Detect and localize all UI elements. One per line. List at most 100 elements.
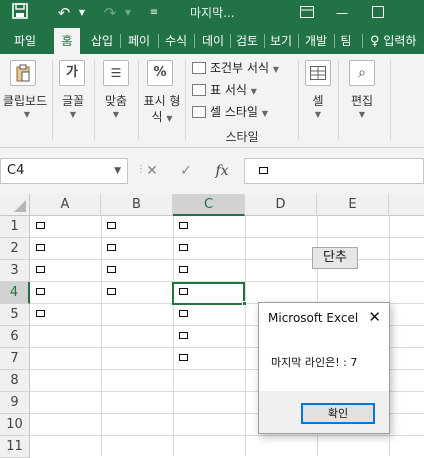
column-header-a[interactable]: A (30, 194, 101, 216)
row-header-5[interactable]: 5 (0, 304, 30, 326)
row-header-2[interactable]: 2 (0, 238, 30, 260)
sheet-button[interactable]: 단추 (312, 247, 358, 269)
lightbulb-icon: ♀ (370, 34, 380, 49)
tell-me-label: 입력하 (383, 34, 417, 48)
enter-icon[interactable]: ✓ (174, 158, 198, 184)
cell-b1[interactable] (101, 216, 173, 238)
number-group[interactable]: % 표시 형 식 ▼ (139, 54, 183, 148)
cell-c3[interactable] (173, 260, 245, 282)
maximize-icon[interactable] (372, 0, 392, 26)
editing-group[interactable]: ⌕ 편집 ▼ (339, 54, 385, 148)
row-header-7[interactable]: 7 (0, 348, 30, 370)
fill-handle[interactable] (242, 301, 247, 306)
close-icon[interactable]: ✕ (368, 308, 381, 326)
row-header-11[interactable]: 11 (0, 436, 30, 458)
cell-b3[interactable] (101, 260, 173, 282)
tab-review[interactable]: 검토 (232, 28, 262, 54)
clipboard-dropdown-icon: ▼ (23, 110, 31, 119)
cell-a5[interactable] (30, 304, 101, 326)
ribbon-display-icon[interactable] (300, 0, 316, 26)
undo-dropdown-icon[interactable]: ▼ (76, 0, 88, 26)
font-icon[interactable]: 가 (59, 60, 85, 86)
cancel-icon[interactable]: ✕ (140, 158, 164, 184)
number-format-label-2: 식 ▼ (151, 110, 173, 124)
row-header-8[interactable]: 8 (0, 370, 30, 392)
dialog-title: Microsoft Excel (268, 311, 359, 325)
tell-me-box[interactable]: ♀ 입력하 (370, 28, 424, 54)
cell-b2[interactable] (101, 238, 173, 260)
redo-icon: ↷ (103, 4, 117, 22)
ok-button[interactable]: 확인 (301, 403, 375, 424)
row-header-1[interactable]: 1 (0, 216, 30, 238)
redo-dropdown-icon: ▼ (124, 8, 132, 17)
active-cell-border (172, 282, 245, 305)
minimize-icon[interactable]: — (336, 0, 356, 26)
row-header-9[interactable]: 9 (0, 392, 30, 414)
alignment-group[interactable]: ☰ 맞춤 ▼ (95, 54, 137, 148)
row-header-4[interactable]: 4 (0, 282, 30, 304)
cell-c2[interactable] (173, 238, 245, 260)
column-header-e[interactable]: E (317, 194, 389, 216)
clipboard-icon[interactable] (10, 60, 36, 86)
clipboard-group[interactable]: 클립보드 ▼ (0, 54, 52, 148)
column-header-c[interactable]: C (173, 194, 245, 216)
cell-c6[interactable] (173, 326, 245, 348)
conditional-formatting-button[interactable]: 조건부 서식 ▼ (192, 58, 279, 78)
tab-insert[interactable]: 삽입 (86, 28, 118, 54)
title-bar: ↶ ▼ ↷ ▼ ≡ 마지막... — (0, 0, 424, 26)
cell-a2[interactable] (30, 238, 101, 260)
name-box-dropdown-icon[interactable]: ▼ (114, 159, 121, 183)
tab-team[interactable]: 팀 (336, 28, 356, 54)
cells-group[interactable]: 셀 ▼ (299, 54, 337, 148)
customize-quick-access-icon[interactable]: ≡ (146, 0, 162, 26)
column-header-b[interactable]: B (101, 194, 173, 216)
cell-styles-button[interactable]: 셀 스타일 ▼ (192, 102, 268, 122)
window-title: 마지막... (190, 6, 235, 20)
save-icon[interactable] (8, 0, 32, 26)
cell-c7[interactable] (173, 348, 245, 370)
select-all-button[interactable] (0, 194, 30, 216)
column-header-d[interactable]: D (245, 194, 317, 216)
tab-data[interactable]: 데이 (196, 28, 230, 54)
column-header-f[interactable] (389, 194, 424, 216)
cells-icon[interactable] (305, 60, 331, 86)
formula-content-glyph (259, 167, 268, 174)
tab-developer[interactable]: 개발 (300, 28, 332, 54)
ribbon-tabs: 파일 홈 삽입 페이 수식 데이 검토 보기 개발 팀 ♀ 입력하 (0, 26, 424, 54)
cell-a4[interactable] (30, 282, 101, 304)
alignment-dropdown-icon: ▼ (112, 110, 120, 119)
clipboard-label: 클립보드 (2, 94, 48, 108)
conditional-formatting-icon (192, 62, 206, 74)
tab-file[interactable]: 파일 (8, 28, 42, 54)
cell-a3[interactable] (30, 260, 101, 282)
search-icon[interactable]: ⌕ (349, 60, 375, 86)
undo-icon[interactable]: ↶ (52, 0, 76, 26)
cells-label: 셀 (312, 94, 324, 108)
cells-dropdown-icon: ▼ (314, 110, 322, 119)
insert-function-icon[interactable]: fx (210, 158, 234, 184)
table-icon (192, 84, 206, 96)
tab-page-layout[interactable]: 페이 (122, 28, 156, 54)
ribbon: 클립보드 ▼ 가 글꼴 ▼ ☰ 맞춤 ▼ % 표시 형 식 ▼ 조건부 서식 ▼… (0, 54, 424, 148)
alignment-icon[interactable]: ☰ (103, 60, 129, 86)
cell-b4[interactable] (101, 282, 173, 304)
number-format-label: 표시 형 (143, 94, 181, 108)
styles-group-label: 스타일 (225, 130, 259, 144)
tab-view[interactable]: 보기 (266, 28, 296, 54)
cell-c1[interactable] (173, 216, 245, 238)
font-group[interactable]: 가 글꼴 ▼ (53, 54, 93, 148)
formula-input[interactable] (244, 158, 424, 184)
tab-home[interactable]: 홈 (54, 28, 80, 54)
name-box[interactable]: C4 ▼ (0, 158, 128, 184)
cell-styles-icon (192, 106, 206, 118)
row-header-6[interactable]: 6 (0, 326, 30, 348)
tab-formulas[interactable]: 수식 (160, 28, 192, 54)
cell-c5[interactable] (173, 304, 245, 326)
alignment-label: 맞춤 (104, 94, 128, 108)
row-header-3[interactable]: 3 (0, 260, 30, 282)
percent-icon[interactable]: % (147, 60, 173, 86)
format-as-table-button[interactable]: 표 서식 ▼ (192, 80, 257, 100)
cell-a1[interactable] (30, 216, 101, 238)
dialog-message: 마지막 라인은! : 7 (271, 356, 358, 369)
row-header-10[interactable]: 10 (0, 414, 30, 436)
